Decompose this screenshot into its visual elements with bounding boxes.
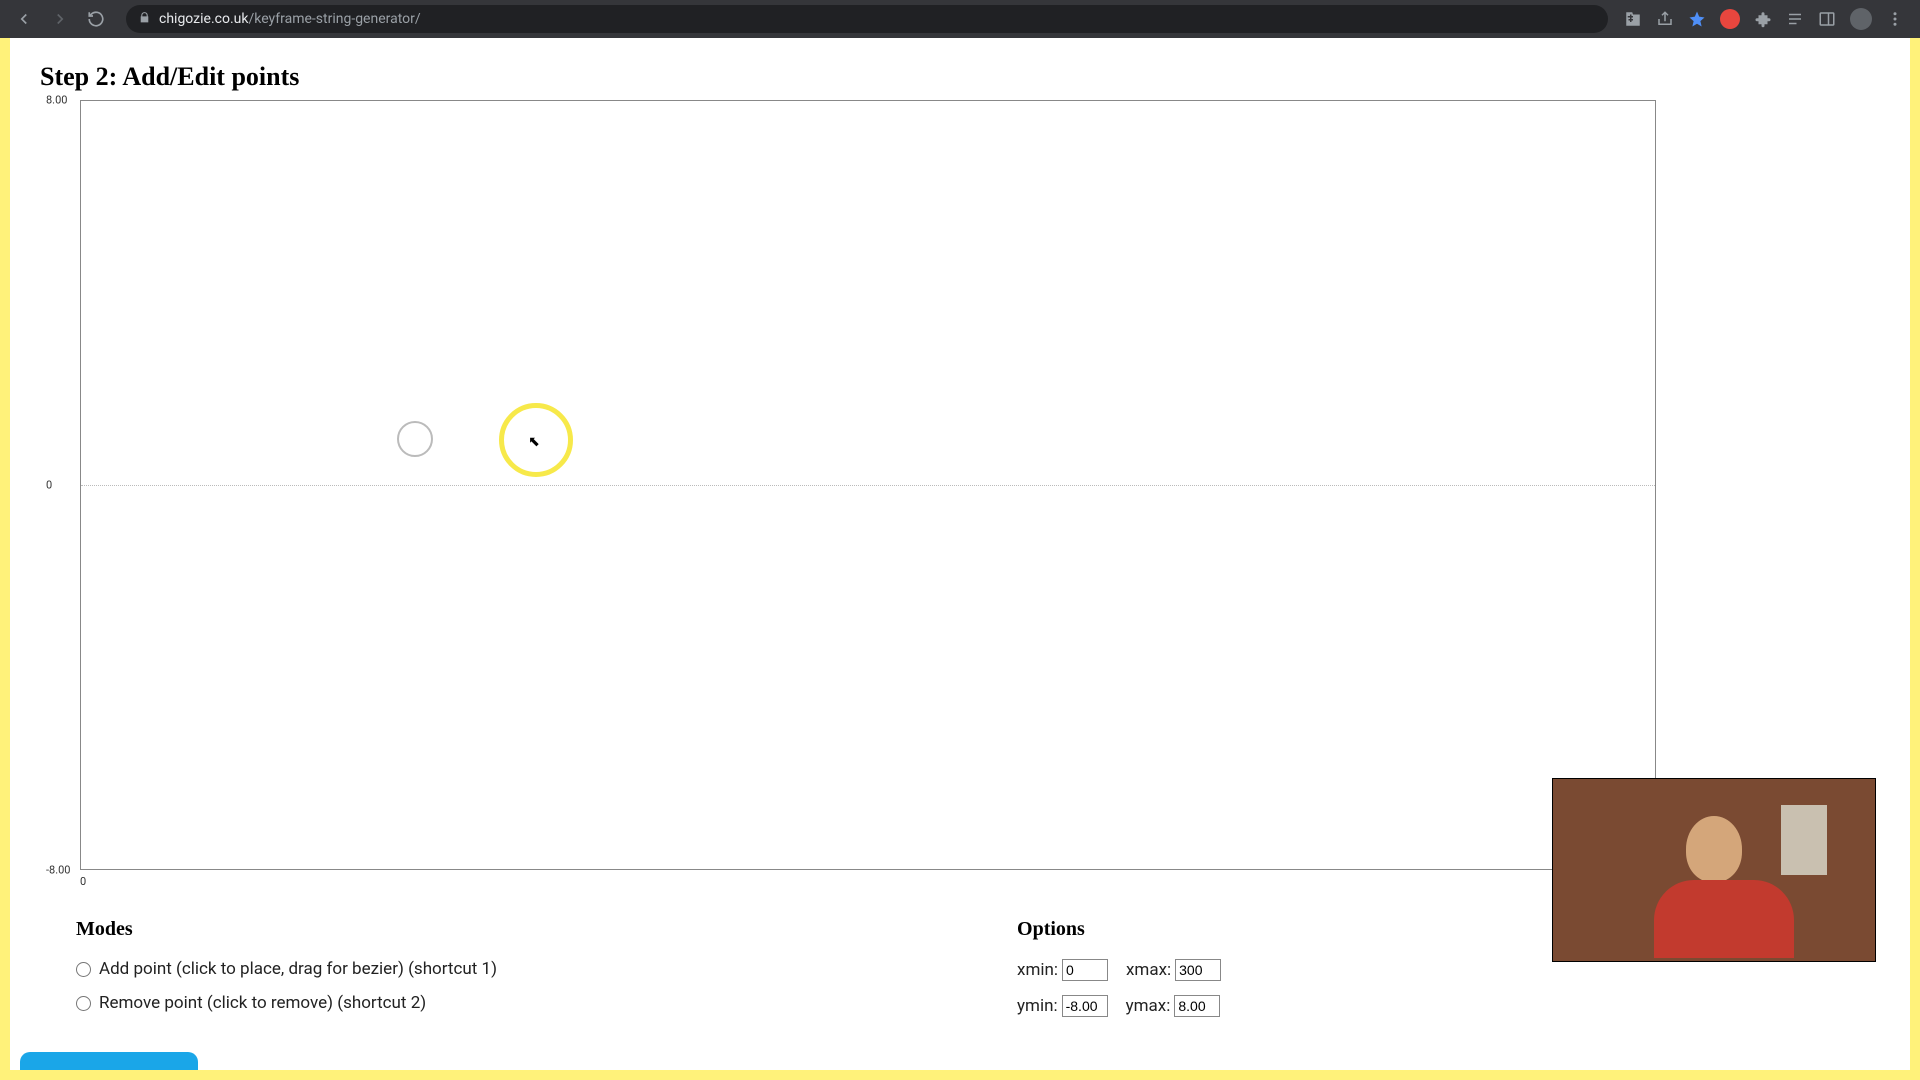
back-button[interactable]	[10, 5, 38, 33]
graph-canvas[interactable]: ⬉	[80, 100, 1656, 870]
page-background: Step 2: Add/Edit points 8.00 0 -8.00 ⬉ 0…	[0, 38, 1920, 1080]
mode-add-label: Add point (click to place, drag for bezi…	[99, 959, 497, 979]
reading-list-icon[interactable]	[1786, 10, 1804, 28]
x-range-row: xmin: xmax:	[1017, 959, 1221, 981]
y-axis-min-label: -8.00	[46, 864, 71, 877]
webcam-overlay	[1552, 778, 1876, 962]
mode-add-radio[interactable]	[76, 962, 91, 977]
ymin-input[interactable]	[1062, 995, 1108, 1017]
graph-zero-line	[81, 485, 1655, 486]
browser-toolbar: chigozie.co.uk/keyframe-string-generator…	[0, 0, 1920, 38]
forward-button[interactable]	[46, 5, 74, 33]
options-column: Options xmin: xmax: ymin: ymax:	[1017, 918, 1221, 1031]
webcam-background-object	[1781, 805, 1827, 875]
y-axis-zero-label: 0	[46, 479, 52, 492]
y-range-row: ymin: ymax:	[1017, 995, 1221, 1017]
translate-icon[interactable]	[1624, 10, 1642, 28]
modes-heading: Modes	[76, 918, 497, 941]
mode-remove-row[interactable]: Remove point (click to remove) (shortcut…	[76, 993, 497, 1013]
mode-remove-radio[interactable]	[76, 996, 91, 1011]
options-heading: Options	[1017, 918, 1221, 941]
step-heading: Step 2: Add/Edit points	[40, 62, 1880, 92]
cursor-highlight: ⬉	[499, 403, 573, 477]
page-content: Step 2: Add/Edit points 8.00 0 -8.00 ⬉ 0…	[10, 38, 1910, 1070]
webcam-person	[1654, 816, 1774, 960]
bottom-widget[interactable]	[20, 1052, 198, 1070]
cursor-pointer-icon: ⬉	[528, 434, 540, 450]
graph-area: 8.00 0 -8.00 ⬉ 0	[80, 100, 1880, 870]
mode-remove-label: Remove point (click to remove) (shortcut…	[99, 993, 426, 1013]
xmin-input[interactable]	[1062, 959, 1108, 981]
ymax-input[interactable]	[1174, 995, 1220, 1017]
keyframe-point[interactable]	[397, 421, 433, 457]
xmin-label: xmin:	[1017, 960, 1058, 980]
xmax-label: xmax:	[1126, 960, 1171, 980]
profile-avatar[interactable]	[1850, 8, 1872, 30]
ymax-label: ymax:	[1126, 996, 1171, 1016]
xmax-input[interactable]	[1175, 959, 1221, 981]
lock-icon	[138, 11, 151, 28]
extensions-puzzle-icon[interactable]	[1754, 10, 1772, 28]
extension-ublock-icon[interactable]	[1720, 9, 1740, 29]
reload-button[interactable]	[82, 5, 110, 33]
browser-action-icons	[1624, 8, 1910, 30]
side-panel-icon[interactable]	[1818, 10, 1836, 28]
url-text: chigozie.co.uk/keyframe-string-generator…	[159, 11, 421, 27]
bookmark-star-icon[interactable]	[1688, 10, 1706, 28]
share-icon[interactable]	[1656, 10, 1674, 28]
ymin-label: ymin:	[1017, 996, 1058, 1016]
address-bar[interactable]: chigozie.co.uk/keyframe-string-generator…	[126, 5, 1608, 33]
modes-column: Modes Add point (click to place, drag fo…	[76, 918, 497, 1031]
mode-add-row[interactable]: Add point (click to place, drag for bezi…	[76, 959, 497, 979]
x-axis-origin-label: 0	[80, 875, 86, 888]
kebab-menu-icon[interactable]	[1886, 10, 1904, 28]
y-axis-max-label: 8.00	[46, 94, 67, 107]
